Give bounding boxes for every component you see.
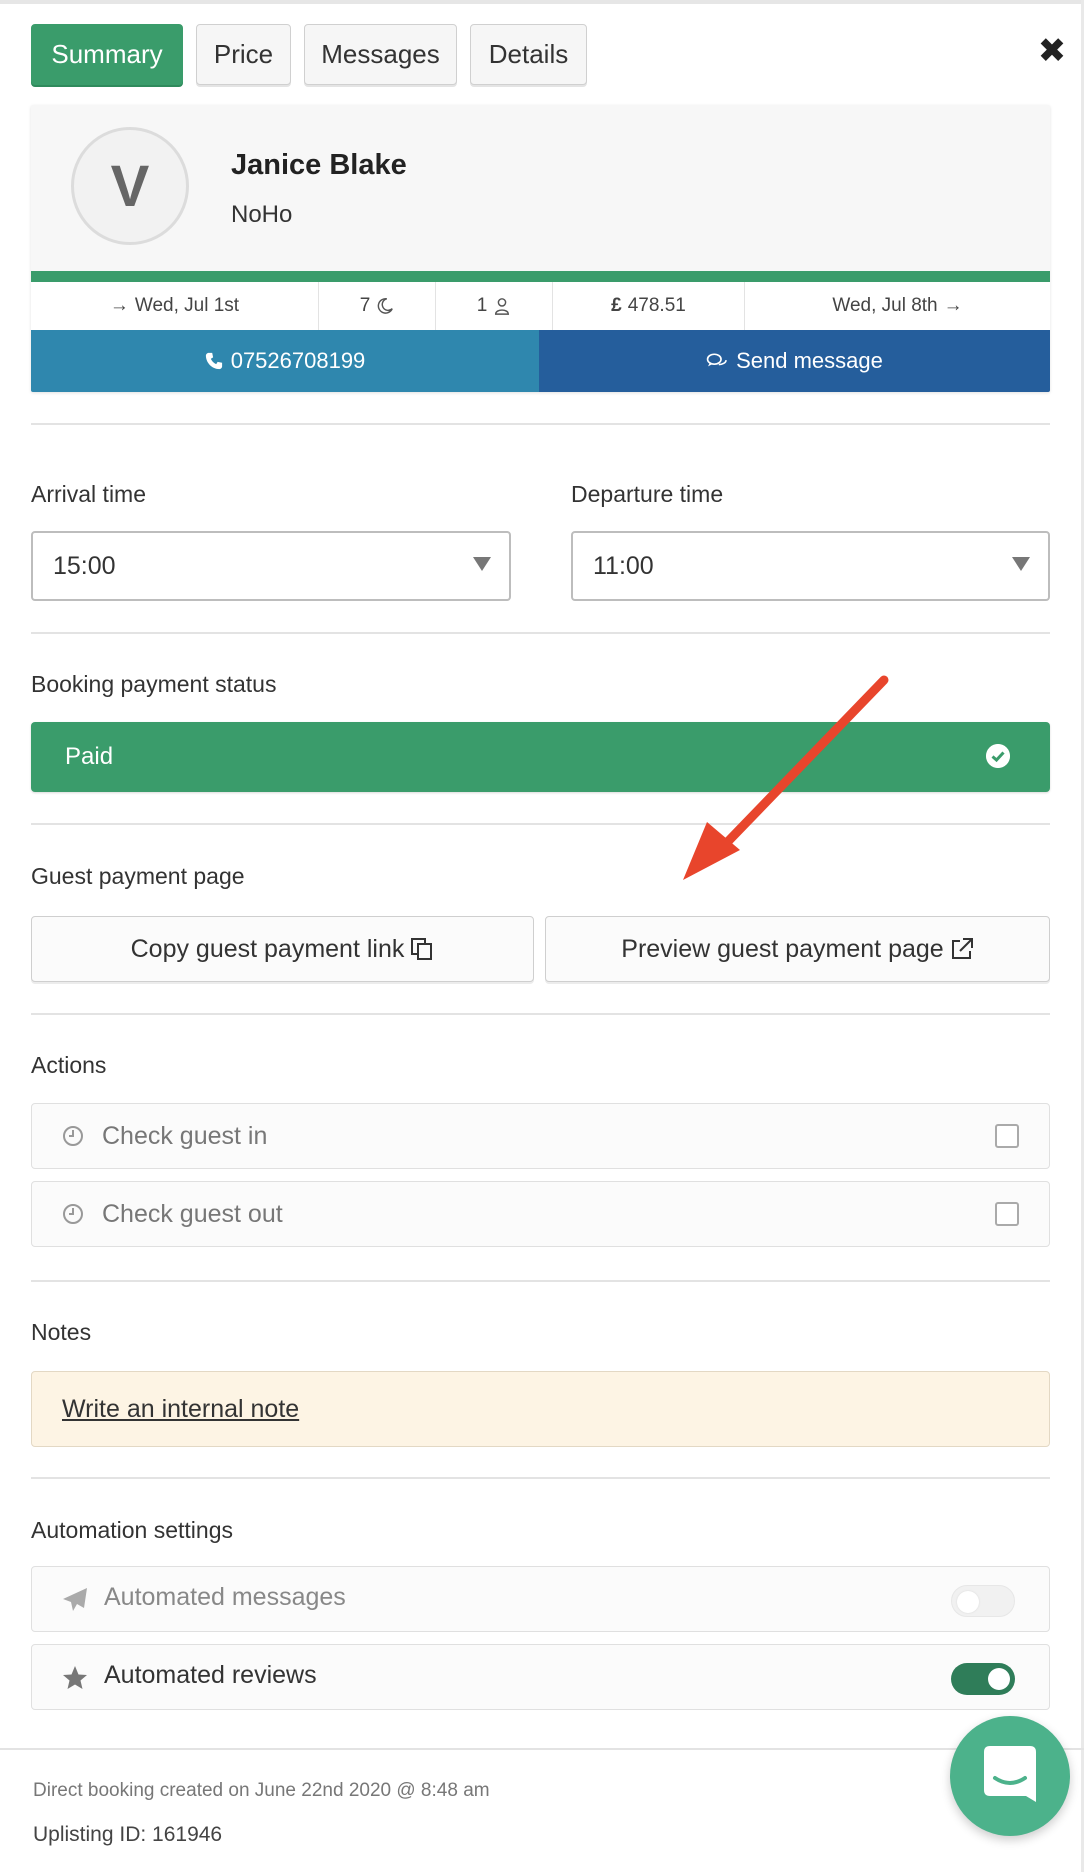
check-guest-in-label: Check guest in xyxy=(102,1121,268,1150)
tab-summary[interactable]: Summary xyxy=(31,24,183,85)
paper-plane-icon xyxy=(63,1588,87,1611)
tab-messages[interactable]: Messages xyxy=(304,24,457,85)
payment-status-select[interactable]: Paid xyxy=(31,722,1050,792)
internal-note-box[interactable]: Write an internal note xyxy=(31,1371,1050,1447)
arrival-time-label: Arrival time xyxy=(31,481,147,507)
booking-info-row: → Wed, Jul 1st 7 1 £ 478.51 Wed, Jul 8th… xyxy=(31,282,1050,330)
guests-count: 1 xyxy=(436,282,553,330)
moon-icon xyxy=(377,298,394,314)
check-guest-out-label: Check guest out xyxy=(102,1199,283,1228)
check-guest-in-item[interactable]: Check guest in xyxy=(31,1103,1050,1169)
avatar: V xyxy=(71,127,189,245)
nights-count: 7 xyxy=(319,282,436,330)
copy-icon xyxy=(411,938,433,960)
preview-payment-page-label: Preview guest payment page xyxy=(621,934,944,963)
departure-time-value: 11:00 xyxy=(593,551,654,580)
call-button[interactable]: 07526708199 xyxy=(31,330,539,392)
arrival-time-select[interactable]: 15:00 xyxy=(31,531,511,601)
phone-icon xyxy=(205,352,222,370)
automated-messages-toggle[interactable] xyxy=(951,1585,1015,1617)
automated-reviews-label: Automated reviews xyxy=(104,1661,317,1689)
automation-settings-label: Automation settings xyxy=(31,1517,234,1543)
toggle-knob xyxy=(988,1668,1010,1690)
guest-card: V Janice Blake NoHo → Wed, Jul 1st 7 1 £… xyxy=(31,105,1050,392)
arrow-right-icon: → xyxy=(109,295,129,316)
departure-time-label: Departure time xyxy=(571,481,724,507)
send-message-label: Send message xyxy=(736,348,883,373)
actions-label: Actions xyxy=(31,1052,107,1078)
copy-payment-link-label: Copy guest payment link xyxy=(130,934,405,963)
write-note-link[interactable]: Write an internal note xyxy=(62,1395,299,1424)
preview-payment-page-button[interactable]: Preview guest payment page xyxy=(545,916,1050,982)
automated-reviews-item: Automated reviews xyxy=(31,1644,1050,1710)
divider xyxy=(31,1013,1050,1015)
clock-icon xyxy=(63,1204,83,1224)
chat-launcher-button[interactable] xyxy=(950,1716,1070,1836)
clock-icon xyxy=(63,1126,83,1146)
guest-payment-page-label: Guest payment page xyxy=(31,863,245,889)
notes-label: Notes xyxy=(31,1319,92,1345)
divider xyxy=(31,1280,1050,1282)
pound-icon: £ xyxy=(611,295,622,316)
caret-down-icon xyxy=(1012,557,1030,571)
toggle-knob xyxy=(957,1591,979,1613)
automated-messages-label: Automated messages xyxy=(104,1583,346,1611)
check-guest-out-checkbox[interactable] xyxy=(995,1202,1019,1226)
check-circle-icon xyxy=(986,744,1010,768)
nights-text: 7 xyxy=(359,295,371,316)
tab-price[interactable]: Price xyxy=(196,24,291,85)
footer-divider xyxy=(0,1748,1084,1750)
checkin-date: → Wed, Jul 1st xyxy=(31,282,319,330)
divider xyxy=(31,1477,1050,1479)
divider xyxy=(31,823,1050,825)
person-icon xyxy=(495,298,510,315)
payment-status-label: Booking payment status xyxy=(31,671,277,697)
contact-actions: 07526708199 Send message xyxy=(31,330,1050,392)
guest-name: Janice Blake xyxy=(231,149,407,181)
automated-reviews-toggle[interactable] xyxy=(951,1663,1015,1695)
uplisting-id-text: Uplisting ID: 161946 xyxy=(33,1823,223,1846)
departure-time-select[interactable]: 11:00 xyxy=(571,531,1050,601)
top-border xyxy=(0,0,1084,4)
send-message-button[interactable]: Send message xyxy=(539,330,1050,392)
divider xyxy=(31,632,1050,634)
payment-status-value: Paid xyxy=(65,743,114,770)
checkin-date-text: Wed, Jul 1st xyxy=(134,295,240,316)
divider xyxy=(31,423,1050,425)
status-bar xyxy=(31,271,1050,282)
arrival-time-value: 15:00 xyxy=(53,551,116,580)
copy-payment-link-button[interactable]: Copy guest payment link xyxy=(31,916,534,982)
total-price-text: 478.51 xyxy=(627,295,686,316)
automated-messages-item: Automated messages xyxy=(31,1566,1050,1632)
comments-icon xyxy=(706,353,727,367)
guest-location: NoHo xyxy=(231,201,293,228)
tab-details[interactable]: Details xyxy=(470,24,587,85)
checkout-date: Wed, Jul 8th → xyxy=(745,282,1050,330)
close-icon[interactable]: ✖ xyxy=(1037,34,1067,68)
chat-icon xyxy=(984,1746,1036,1802)
check-guest-out-item[interactable]: Check guest out xyxy=(31,1181,1050,1247)
booking-created-text: Direct booking created on June 22nd 2020… xyxy=(33,1780,490,1801)
arrow-right-icon: → xyxy=(943,295,963,316)
star-icon xyxy=(63,1666,87,1689)
checkout-date-text: Wed, Jul 8th xyxy=(832,295,938,316)
phone-number: 07526708199 xyxy=(230,348,366,373)
total-price: £ 478.51 xyxy=(553,282,745,330)
guests-text: 1 xyxy=(476,295,488,316)
check-guest-in-checkbox[interactable] xyxy=(995,1124,1019,1148)
caret-down-icon xyxy=(473,557,491,571)
external-link-icon xyxy=(951,938,973,959)
annotation-arrow-head xyxy=(683,822,740,880)
